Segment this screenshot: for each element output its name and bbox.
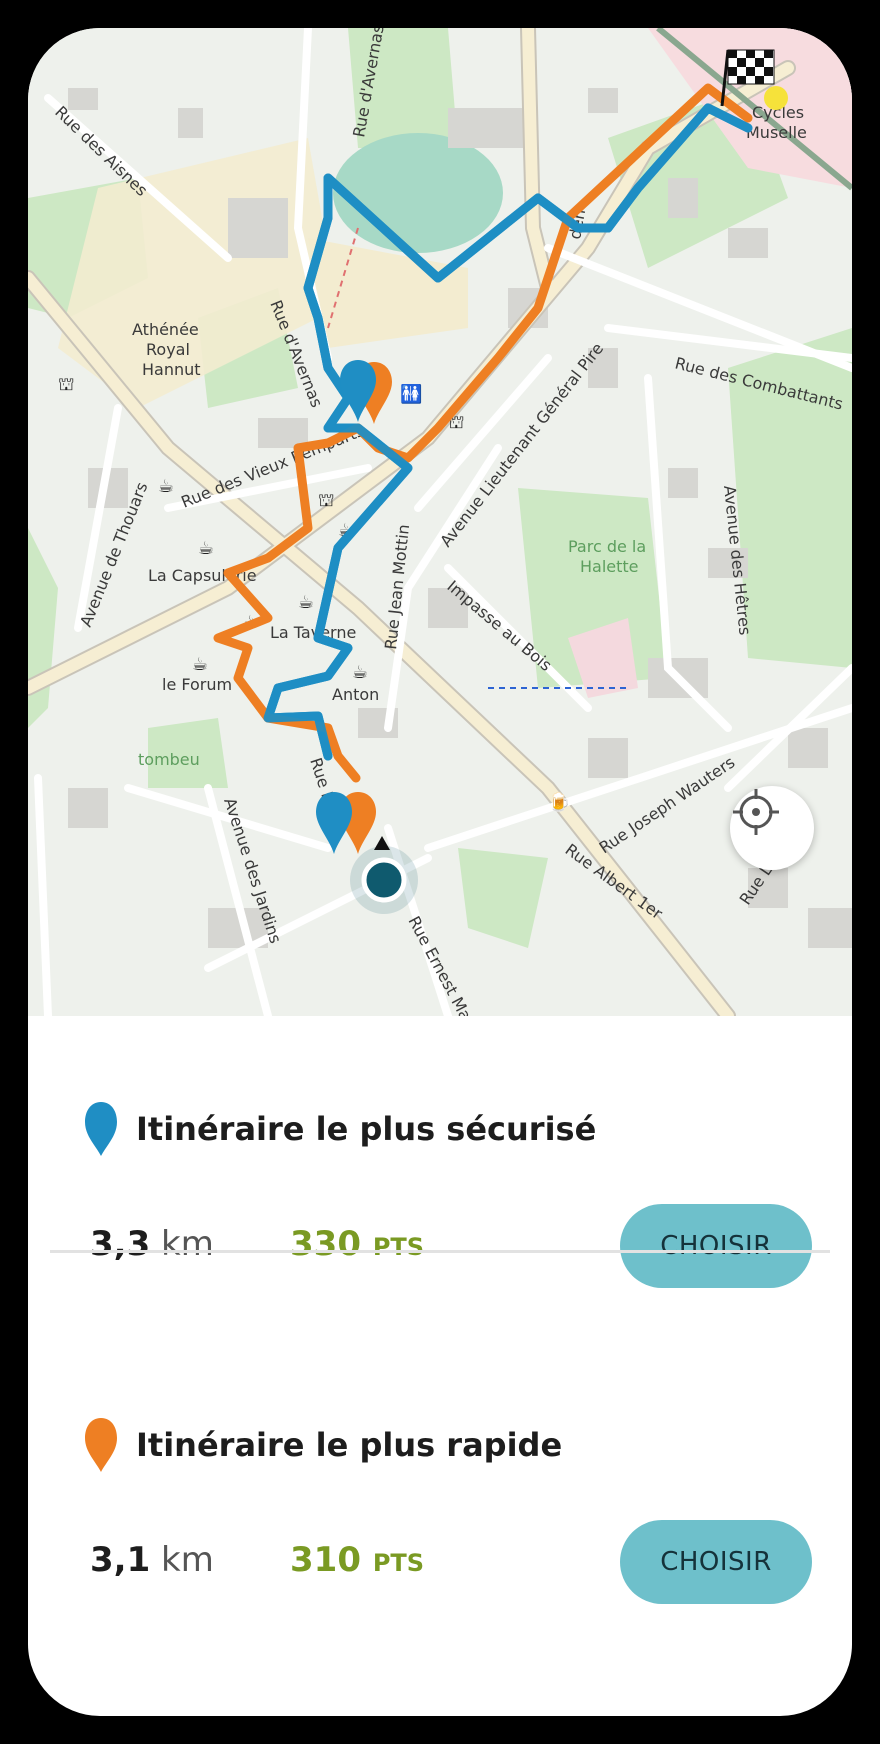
app-screen: Rue des Aisnes Rue d'Avernas Rue d'Avern… <box>28 28 852 1716</box>
label-athenee-3: Hannut <box>142 360 201 379</box>
toilets-icon: 🚻 <box>400 383 422 405</box>
current-position-icon <box>361 857 407 903</box>
crosshair-icon <box>733 789 779 835</box>
choose-fast-route-button[interactable]: CHOISIR <box>620 1520 812 1604</box>
label-anton: Anton <box>332 685 379 704</box>
label-parc-2: Halette <box>580 557 639 576</box>
beer-icon: 🍺 <box>548 791 570 813</box>
label-athenee-1: Athénée <box>132 320 199 339</box>
cafe-icon: ☕ <box>192 654 208 675</box>
picnic-icon: ⛫ <box>58 374 75 395</box>
label-la-taverne: La Taverne <box>270 623 356 642</box>
distance-unit: km <box>161 1540 214 1580</box>
route-title: Itinéraire le plus sécurisé <box>136 1110 597 1148</box>
route-distance: 3,3 km <box>90 1224 214 1264</box>
distance-value: 3,3 <box>90 1224 151 1264</box>
route-title-row: Itinéraire le plus sécurisé <box>84 1100 596 1158</box>
picnic-icon: ⛫ <box>318 490 335 511</box>
cafe-icon: ☕ <box>352 662 368 683</box>
cafe-icon: ☕ <box>198 538 214 559</box>
choose-safe-route-button[interactable]: CHOISIR <box>620 1204 812 1288</box>
phone-frame: Rue des Aisnes Rue d'Avernas Rue d'Avern… <box>0 0 880 1744</box>
label-rue-albert: Rue Albert 1er <box>562 840 667 923</box>
route-distance: 3,1 km <box>90 1540 214 1580</box>
label-parc-1: Parc de la <box>568 537 646 556</box>
distance-unit: km <box>161 1224 214 1264</box>
recenter-button[interactable] <box>730 786 814 870</box>
label-athenee-2: Royal <box>146 340 190 359</box>
route-points: 310 PTS <box>290 1540 424 1580</box>
points-unit: PTS <box>372 1549 425 1577</box>
route-title: Itinéraire le plus rapide <box>136 1426 563 1464</box>
label-le-forum: le Forum <box>162 675 232 694</box>
cafe-icon: ☕ <box>298 592 314 613</box>
fast-route-pin-icon <box>85 1418 117 1472</box>
distance-value: 3,1 <box>90 1540 151 1580</box>
map-canvas: Rue des Aisnes Rue d'Avernas Rue d'Avern… <box>28 28 852 1016</box>
route-title-row: Itinéraire le plus rapide <box>84 1416 562 1474</box>
points-unit: PTS <box>372 1233 425 1261</box>
label-tombeu: tombeu <box>138 750 200 769</box>
safe-route-pin-icon <box>85 1102 117 1156</box>
points-value: 310 <box>290 1540 361 1580</box>
divider <box>50 1250 830 1253</box>
cafe-icon: ☕ <box>158 476 174 497</box>
label-cycles-2: Muselle <box>746 123 807 142</box>
route-points: 330 PTS <box>290 1224 424 1264</box>
route-map[interactable]: Rue des Aisnes Rue d'Avernas Rue d'Avern… <box>28 28 852 1016</box>
points-value: 330 <box>290 1224 361 1264</box>
